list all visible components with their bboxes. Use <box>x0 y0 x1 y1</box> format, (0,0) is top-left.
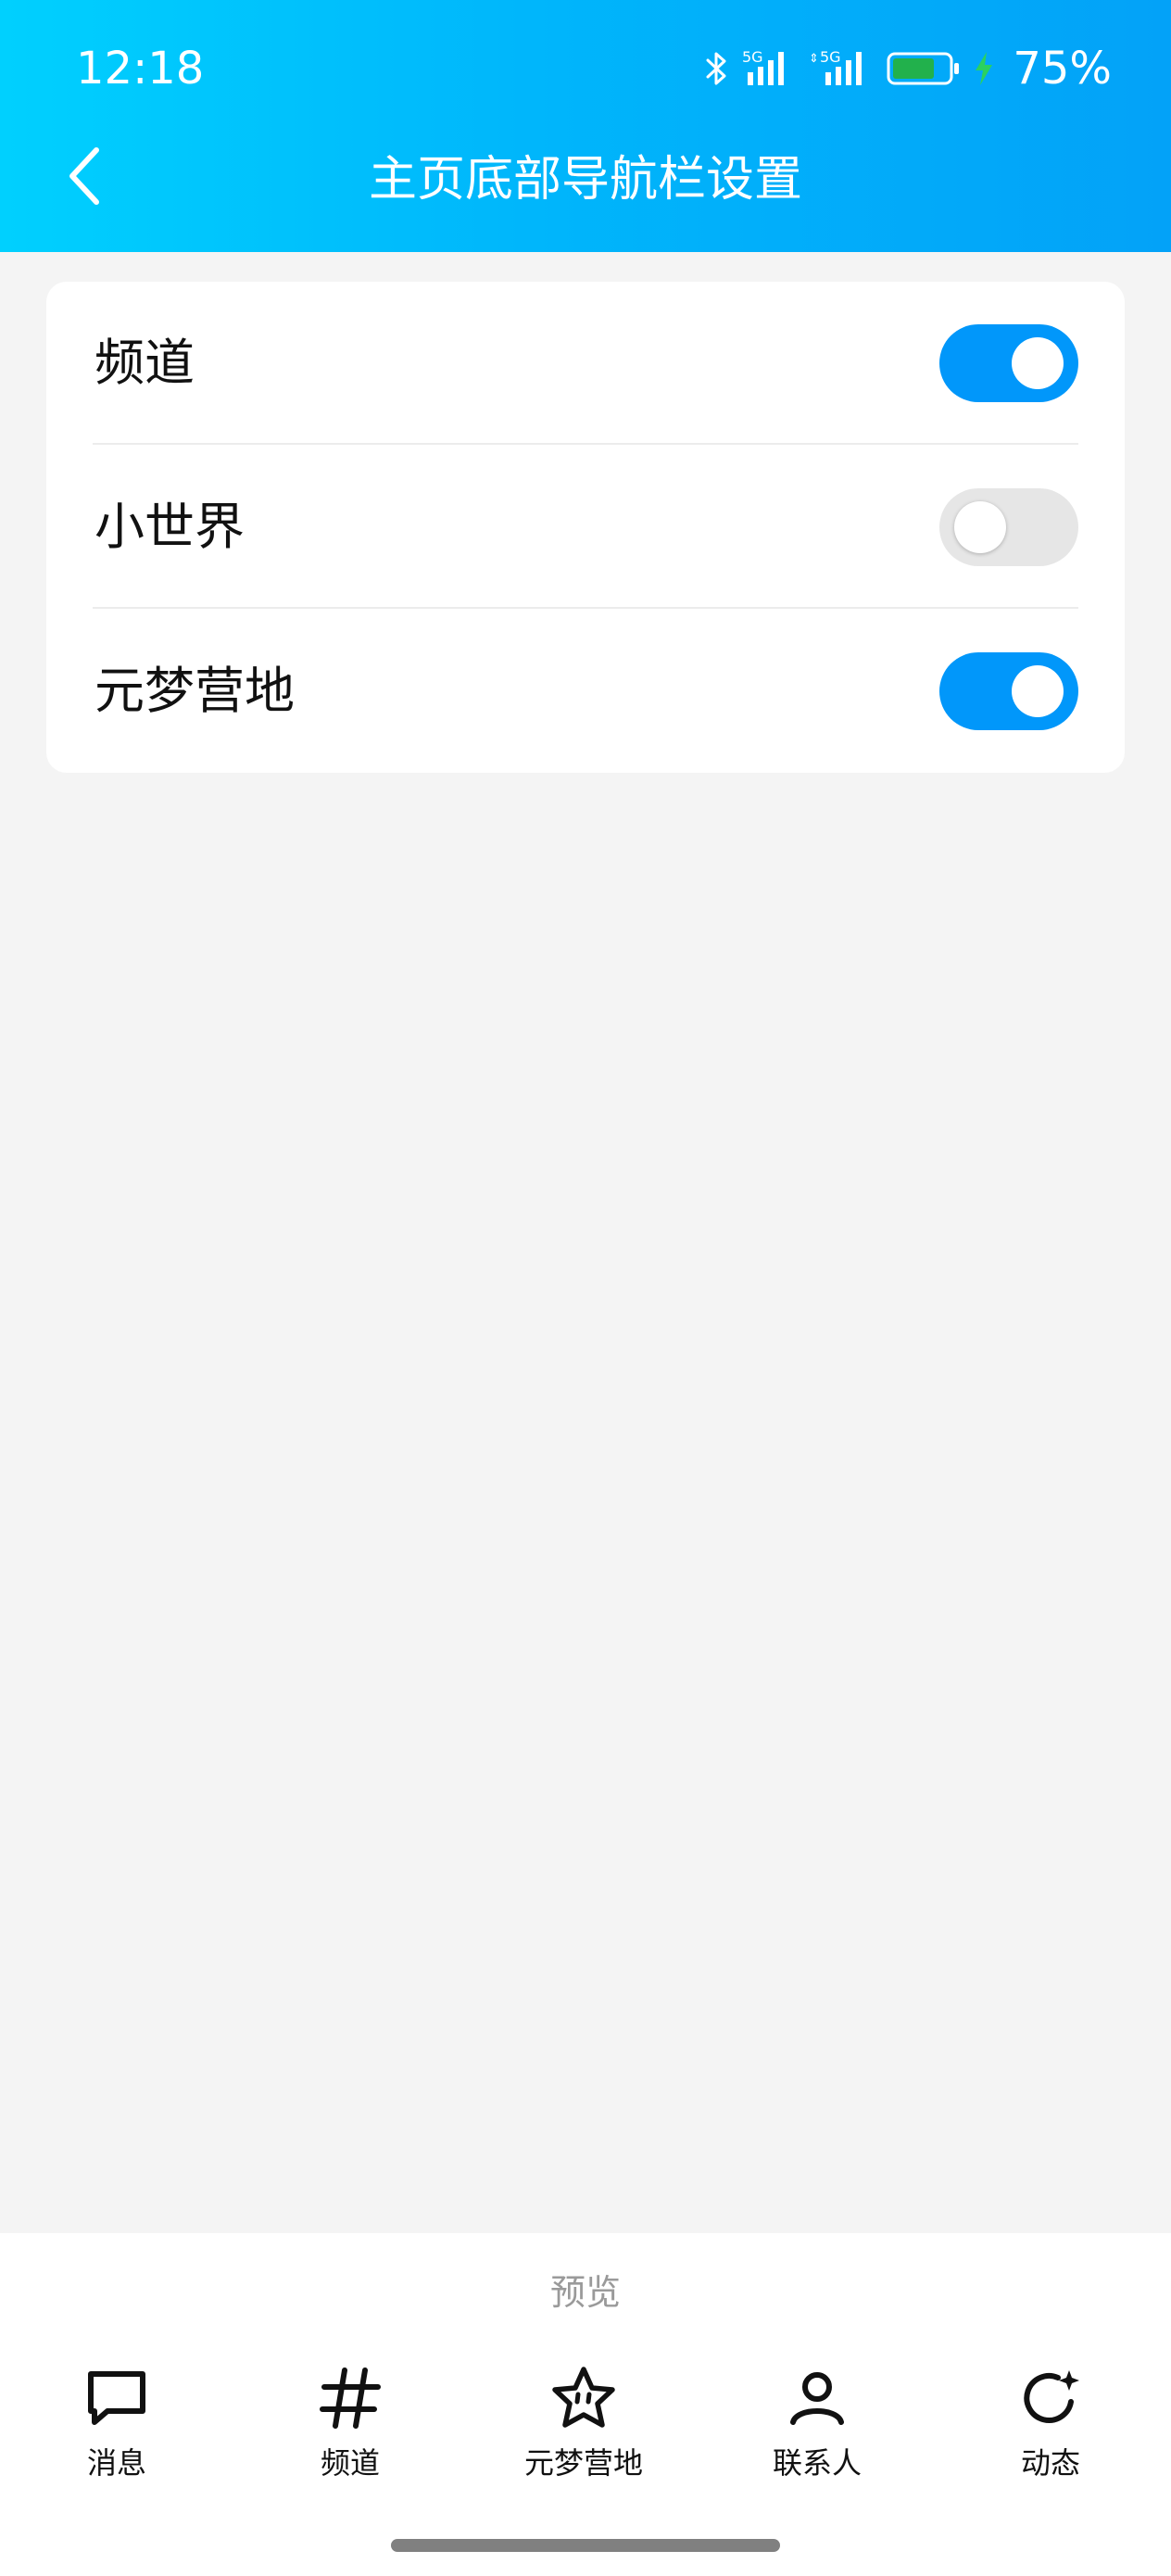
home-indicator[interactable] <box>391 2539 780 2552</box>
battery-icon <box>887 52 960 85</box>
message-bubble-icon <box>88 2371 145 2425</box>
page-title: 主页底部导航栏设置 <box>368 152 802 208</box>
settings-card: 频道 小世界 元梦营地 <box>46 282 1125 773</box>
status-time: 12:18 <box>76 43 205 95</box>
signal-5g-icon: 5G <box>742 48 785 85</box>
divider <box>93 607 1078 609</box>
tab-moments[interactable]: 动态 <box>958 2365 1143 2494</box>
hashtag-icon <box>320 2368 381 2429</box>
bluetooth-icon <box>706 52 726 85</box>
charging-bolt-icon <box>976 52 993 85</box>
toggle-knob <box>1012 337 1064 389</box>
setting-row-channel: 频道 <box>46 282 1125 445</box>
tab-contacts[interactable]: 联系人 <box>724 2365 910 2494</box>
setting-label: 小世界 <box>94 498 245 556</box>
person-icon <box>790 2372 844 2425</box>
channel-toggle[interactable] <box>939 324 1078 402</box>
signal-5g-icon: ⇕ 5G <box>809 48 863 85</box>
refresh-star-icon <box>1024 2370 1079 2423</box>
preview-panel: 预览 消息 频道 元梦营地 联系人 动态 <box>0 2233 1171 2576</box>
setting-row-small-world: 小世界 <box>46 446 1125 609</box>
status-icons: 5G ⇕ 5G 75% <box>705 39 1112 98</box>
tab-label: 元梦营地 <box>523 2445 643 2481</box>
tab-label: 联系人 <box>772 2445 862 2481</box>
header-bar: 12:18 5G ⇕ 5G 75% 主页底部导航栏设置 <box>0 0 1171 252</box>
signal2-label: 5G <box>820 48 841 66</box>
tab-label: 频道 <box>320 2445 380 2481</box>
tab-yuanmeng-camp[interactable]: 元梦营地 <box>491 2365 676 2494</box>
toggle-knob <box>954 501 1006 553</box>
toggle-knob <box>1012 665 1064 717</box>
star-icon <box>552 2367 615 2428</box>
svg-text:⇕: ⇕ <box>809 52 819 66</box>
tab-label: 消息 <box>86 2445 146 2481</box>
setting-row-yuanmeng-camp: 元梦营地 <box>46 610 1125 773</box>
setting-label: 频道 <box>94 334 195 392</box>
tab-channel[interactable]: 频道 <box>258 2365 443 2494</box>
signal1-label: 5G <box>742 48 763 66</box>
preview-label: 预览 <box>549 2272 621 2313</box>
tab-label: 动态 <box>1020 2445 1080 2481</box>
battery-percent: 75% <box>1013 43 1112 95</box>
divider <box>93 443 1078 445</box>
tab-messages[interactable]: 消息 <box>24 2365 209 2494</box>
yuanmeng-camp-toggle[interactable] <box>939 652 1078 730</box>
setting-label: 元梦营地 <box>94 662 295 720</box>
small-world-toggle[interactable] <box>939 488 1078 566</box>
